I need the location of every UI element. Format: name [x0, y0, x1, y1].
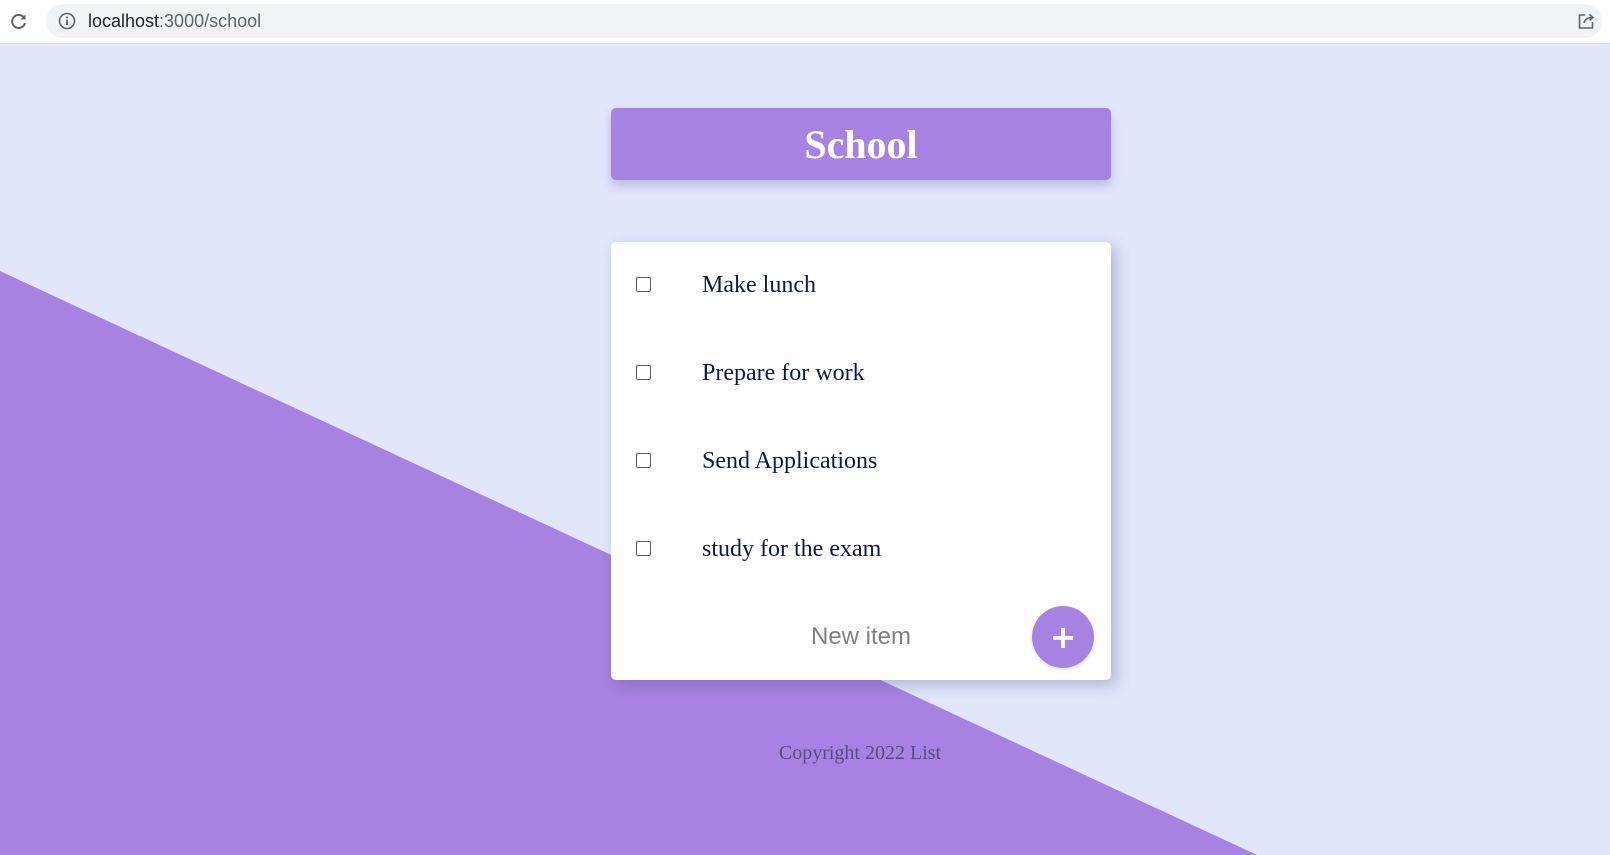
item-checkbox[interactable]: [636, 541, 651, 556]
page-title: School: [804, 121, 918, 167]
item-label: Prepare for work: [702, 360, 865, 386]
list-item: Send Applications: [611, 418, 1111, 506]
item-checkbox[interactable]: [636, 365, 651, 380]
url-host: localhost: [88, 11, 160, 31]
plus-icon: +: [1049, 618, 1077, 656]
item-label: Send Applications: [702, 448, 878, 474]
item-checkbox[interactable]: [636, 277, 651, 292]
url-path: :3000/school: [159, 11, 262, 31]
page-heading-box: School: [611, 108, 1111, 180]
item-label: study for the exam: [702, 536, 882, 562]
info-icon[interactable]: [58, 12, 76, 30]
item-label: Make lunch: [702, 272, 816, 298]
share-icon[interactable]: [1576, 11, 1596, 31]
url-text[interactable]: localhost:3000/school: [88, 11, 261, 31]
address-bar[interactable]: localhost:3000/school: [46, 4, 1602, 38]
todo-list-card: Make lunch Prepare for work Send Applica…: [611, 242, 1111, 680]
footer-copyright: Copyright 2022 List: [778, 742, 942, 764]
page-content: School Make lunch Prepare for work Send …: [0, 44, 1610, 855]
add-item-button[interactable]: +: [1032, 606, 1094, 668]
new-item-input[interactable]: [731, 618, 991, 656]
item-checkbox[interactable]: [636, 453, 651, 468]
browser-toolbar: localhost:3000/school: [0, 0, 1610, 44]
list-item: Prepare for work: [611, 330, 1111, 418]
reload-icon[interactable]: [8, 10, 30, 32]
list-item: study for the exam: [611, 506, 1111, 594]
list-item: Make lunch: [611, 242, 1111, 330]
